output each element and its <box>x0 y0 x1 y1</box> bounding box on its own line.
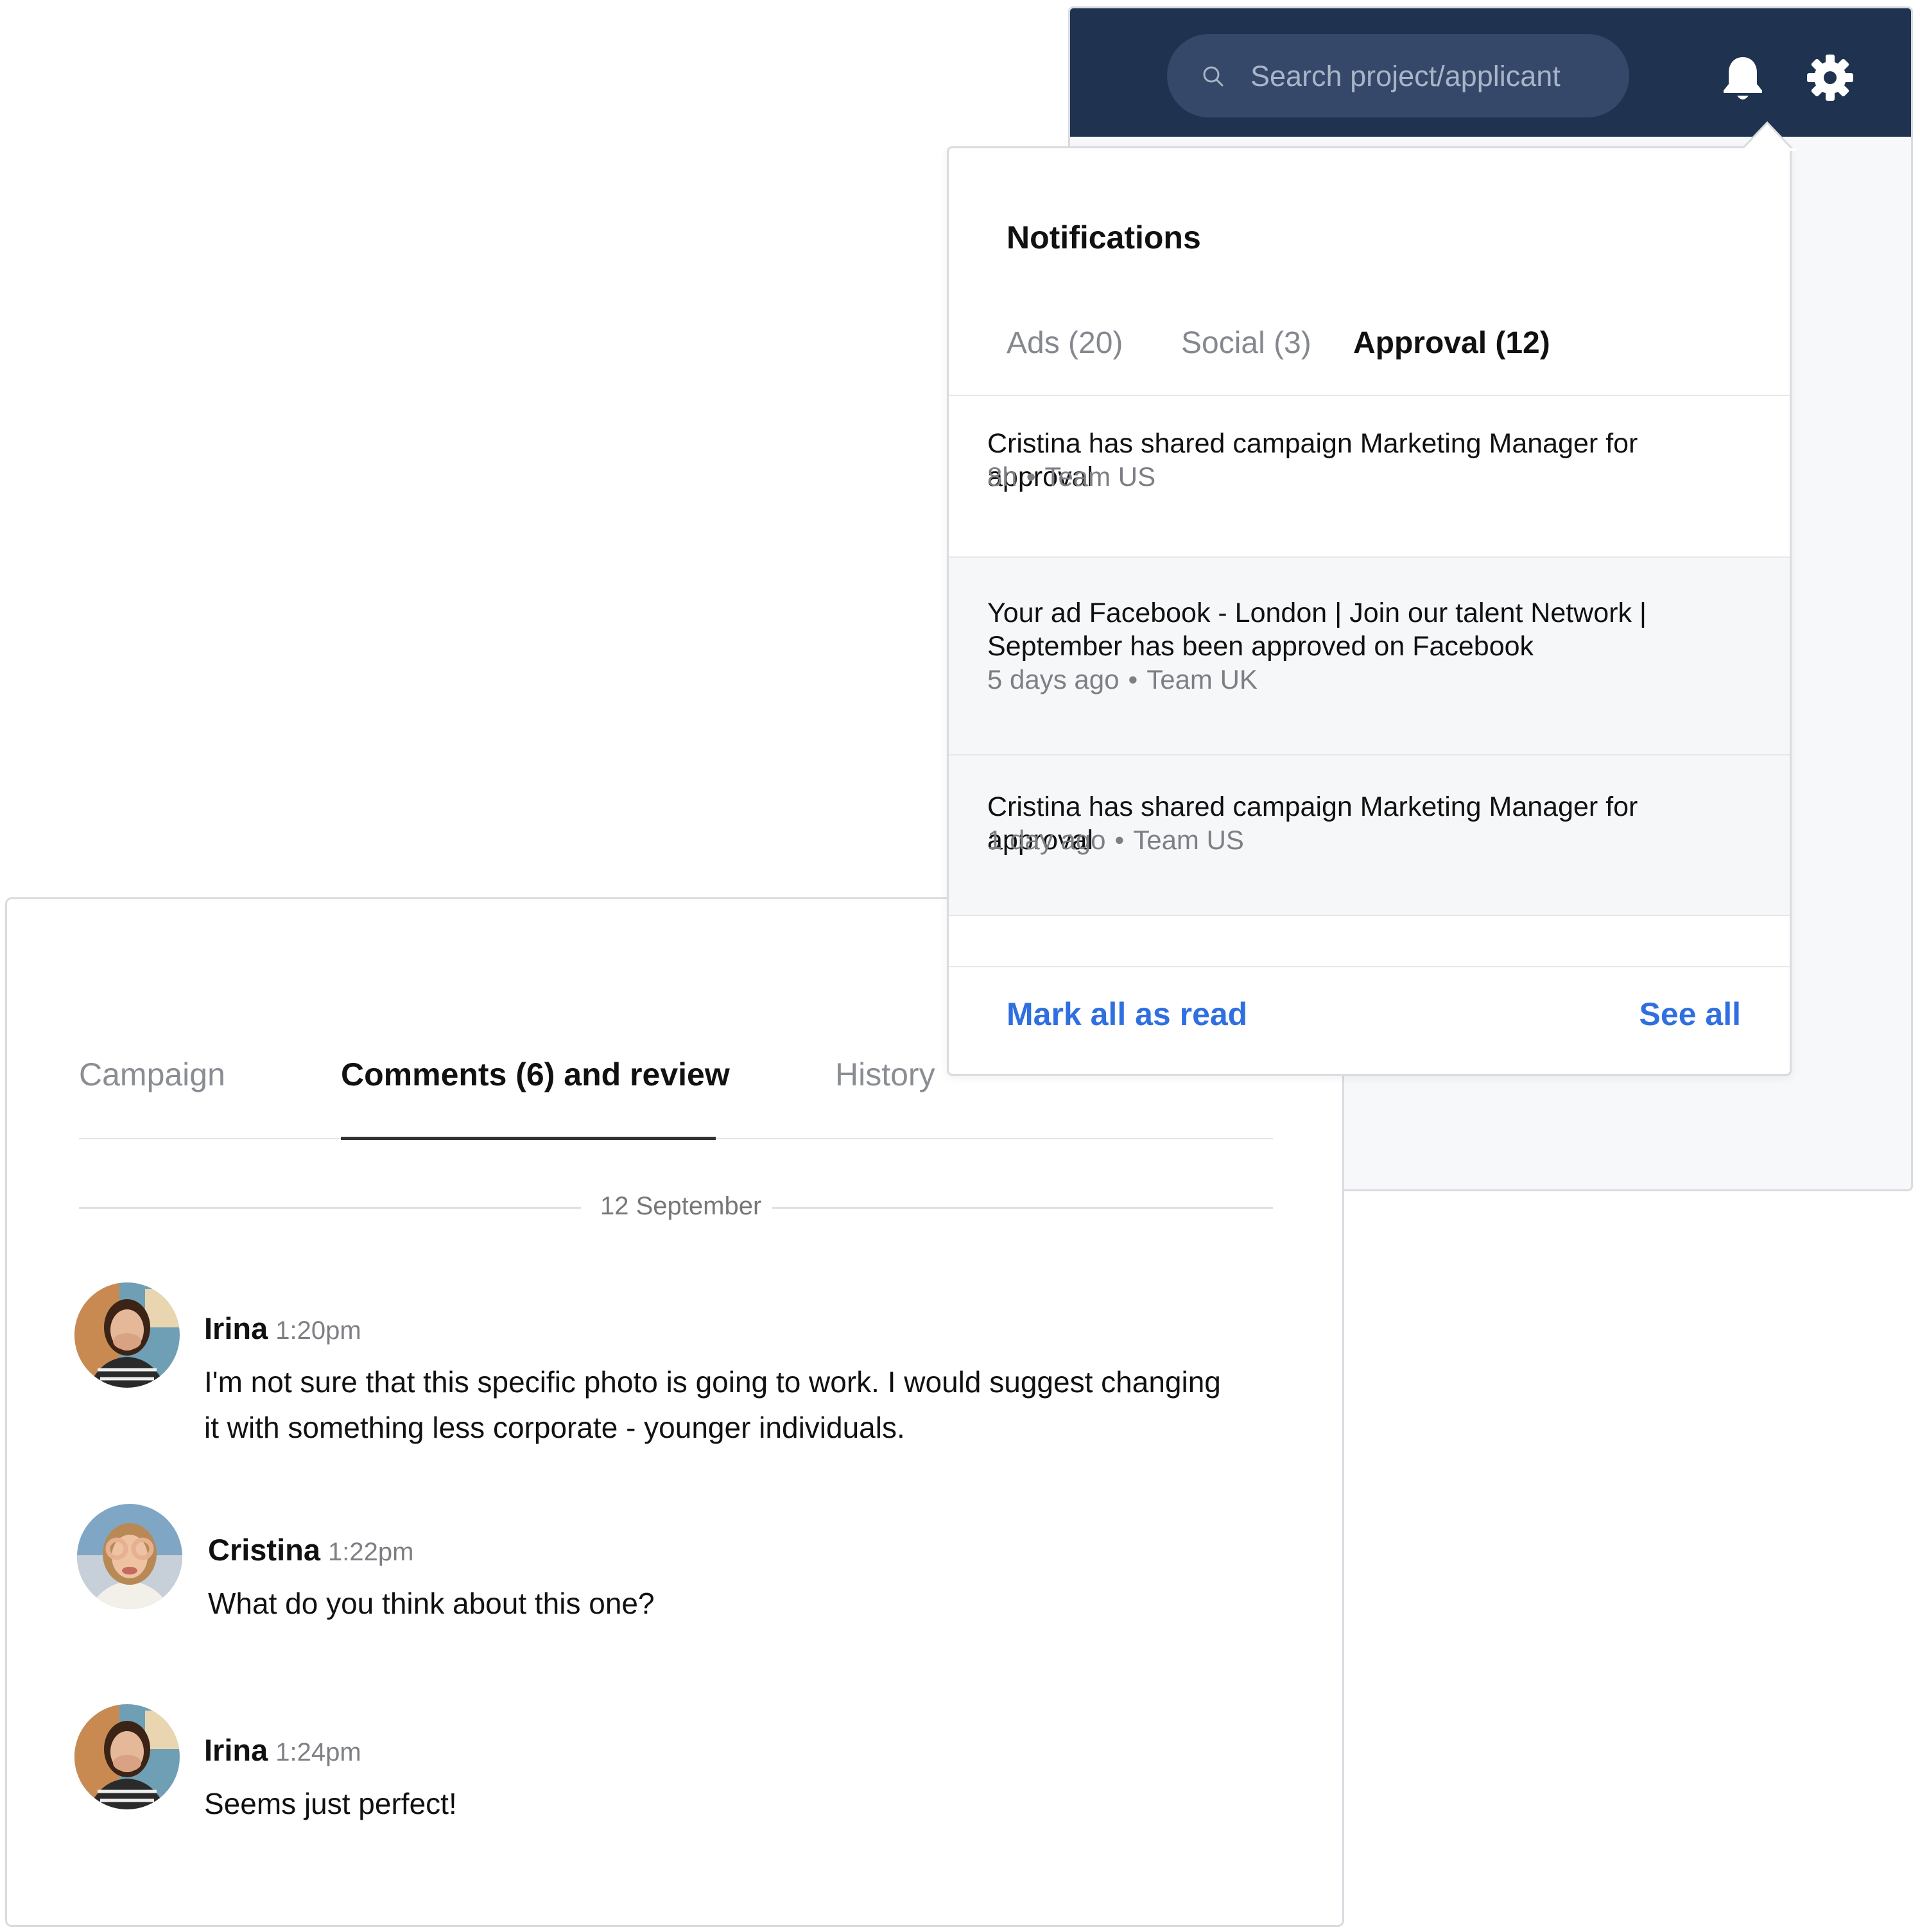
notification-team: Team UK <box>1146 664 1258 694</box>
search-box[interactable] <box>1167 34 1629 117</box>
avatar[interactable] <box>74 1704 180 1809</box>
active-tab-indicator <box>341 1137 716 1140</box>
divider-line-left <box>79 1207 581 1209</box>
notification-item[interactable]: Cristina has shared campaign Marketing M… <box>949 755 1790 916</box>
notification-time: 8h <box>987 461 1017 492</box>
search-icon <box>1203 66 1224 87</box>
notification-meta: 5 days ago • Team UK <box>987 664 1258 695</box>
avatar-photo <box>74 1704 180 1809</box>
notification-team: Team US <box>1044 461 1156 492</box>
avatar-photo <box>74 1282 180 1388</box>
notification-team: Team US <box>1133 825 1244 855</box>
comment-text: I'm not sure that this specific photo is… <box>204 1365 1221 1444</box>
comment-author: Irina <box>204 1733 268 1767</box>
notification-item[interactable]: Cristina has shared campaign Marketing M… <box>949 396 1790 558</box>
notification-item[interactable]: Your ad Facebook - London | Join our tal… <box>949 558 1790 755</box>
search-input[interactable] <box>1249 53 1611 99</box>
meta-separator: • <box>1026 461 1036 492</box>
comment-text: Seems just perfect! <box>204 1787 457 1820</box>
notifications-dropdown: Notifications Ads (20) Social (3) Approv… <box>947 121 1796 1076</box>
avatar[interactable] <box>74 1282 180 1388</box>
tab-ads[interactable]: Ads (20) <box>1007 325 1123 361</box>
tab-comments-and-review[interactable]: Comments (6) and review <box>341 1056 730 1093</box>
notification-meta: 8h • Team US <box>987 461 1155 492</box>
notifications-title: Notifications <box>1007 220 1201 255</box>
comment-header: Cristina 1:22pm <box>208 1532 413 1567</box>
comment-author: Cristina <box>208 1533 320 1567</box>
date-label: 12 September <box>600 1192 762 1220</box>
see-all-link[interactable]: See all <box>1639 996 1741 1033</box>
meta-separator: • <box>1114 825 1125 855</box>
notification-text: Your ad Facebook - London | Join our tal… <box>987 598 1647 662</box>
comment-time: 1:20pm <box>275 1316 361 1345</box>
notification-time: 1 day ago <box>987 825 1106 855</box>
gear-icon[interactable] <box>1806 53 1855 102</box>
date-divider: 12 September <box>79 1188 1273 1227</box>
avatar[interactable] <box>77 1504 182 1609</box>
mark-all-read-link[interactable]: Mark all as read <box>1007 996 1247 1033</box>
notification-time: 5 days ago <box>987 664 1120 694</box>
tab-campaign[interactable]: Campaign <box>79 1056 225 1093</box>
notification-meta: 1 day ago • Team US <box>987 825 1244 856</box>
tab-approval[interactable]: Approval (12) <box>1353 325 1550 361</box>
footer-divider <box>949 966 1790 967</box>
bell-icon[interactable] <box>1718 53 1767 105</box>
comment-text: What do you think about this one? <box>208 1587 655 1620</box>
comment-time: 1:22pm <box>328 1538 414 1566</box>
tab-social[interactable]: Social (3) <box>1181 325 1311 361</box>
comment-time: 1:24pm <box>275 1738 361 1766</box>
comment-header: Irina 1:20pm <box>204 1311 361 1346</box>
comment-author: Irina <box>204 1311 268 1345</box>
avatar-photo <box>77 1504 182 1609</box>
meta-separator: • <box>1128 664 1138 694</box>
top-header <box>1070 8 1911 137</box>
tab-history[interactable]: History <box>835 1056 935 1093</box>
comment-header: Irina 1:24pm <box>204 1732 361 1768</box>
dropdown-caret <box>1738 121 1796 151</box>
divider-line-right <box>772 1207 1273 1209</box>
